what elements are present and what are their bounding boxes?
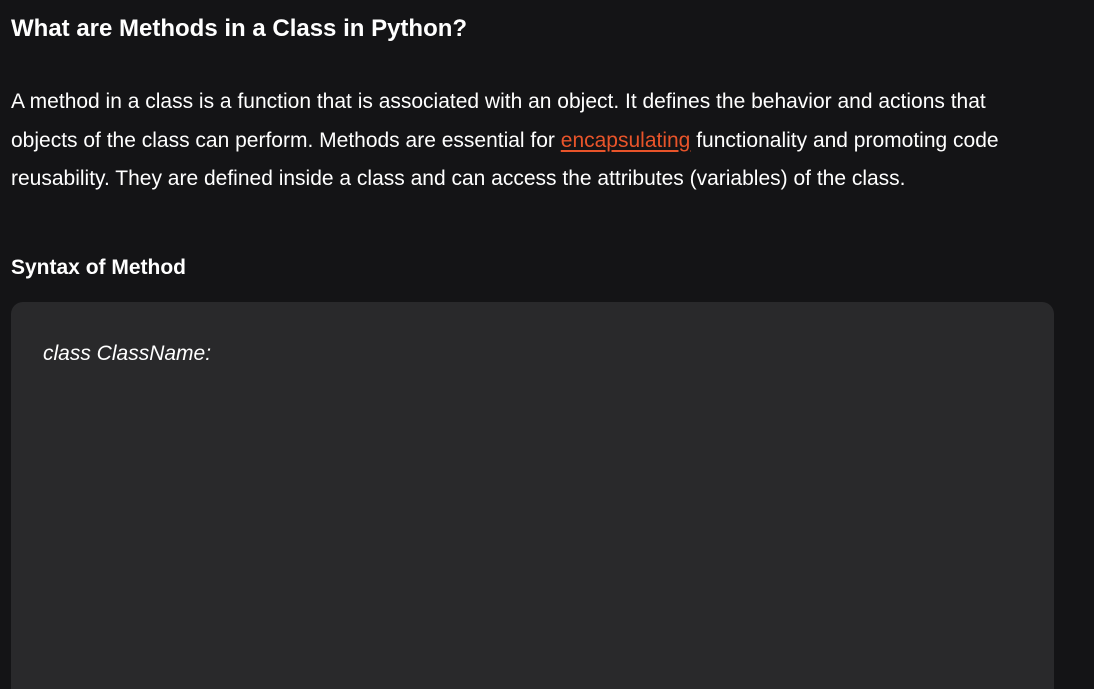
page-title: What are Methods in a Class in Python? [11,15,468,42]
code-line-class-declaration: class ClassName: [43,342,212,365]
encapsulating-link[interactable]: encapsulating [561,129,691,152]
syntax-heading: Syntax of Method [11,256,187,279]
intro-paragraph: A method in a class is a function that i… [11,83,1051,199]
code-block[interactable]: class ClassName: [11,302,1054,689]
